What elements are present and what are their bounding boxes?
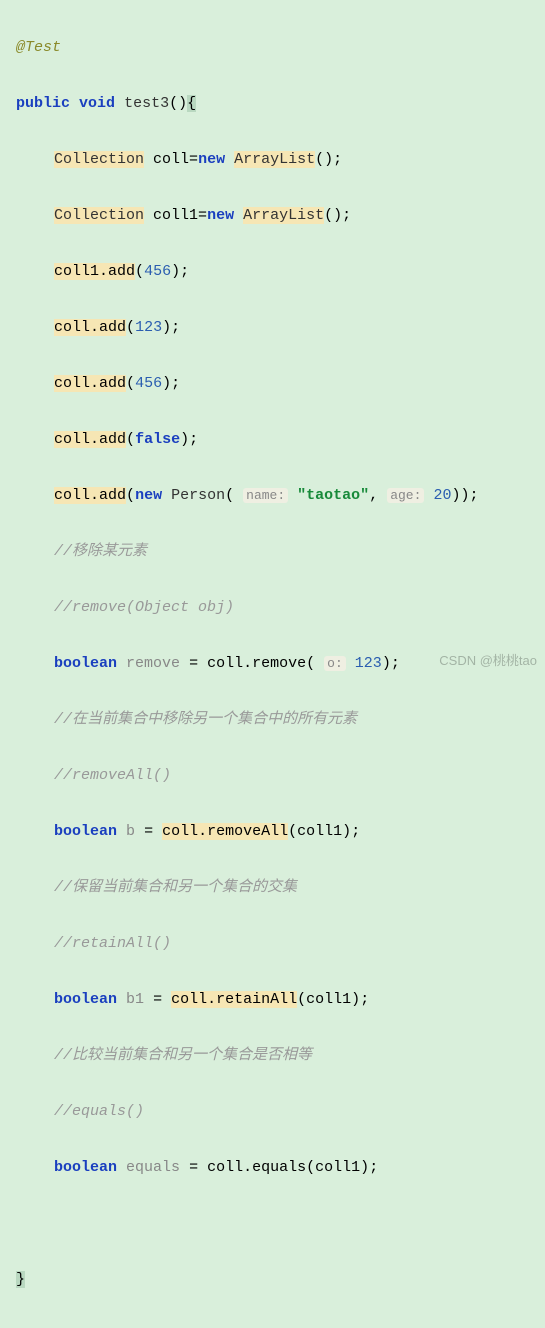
expr-coll-add: coll.add	[54, 487, 126, 504]
line-retainall-call: boolean b1 = coll.retainAll(coll1);	[16, 986, 545, 1014]
kw-public: public	[16, 95, 70, 112]
num-123: 123	[135, 319, 162, 336]
comma: ,	[369, 487, 387, 504]
line-coll-add-person: coll.add(new Person( name: "taotao", age…	[16, 482, 545, 510]
var-b: b	[126, 823, 135, 840]
empty-args: ()	[315, 151, 333, 168]
expr-coll-retainall: coll.retainAll	[171, 991, 297, 1008]
param-hint-age: age:	[387, 488, 424, 503]
type-person: Person	[171, 487, 225, 504]
num-456: 456	[144, 263, 171, 280]
paren-close: )	[178, 95, 187, 112]
kw-new: new	[198, 151, 225, 168]
line-method-sig: public void test3(){	[16, 90, 545, 118]
line-brace-close: }	[16, 1266, 545, 1294]
param-hint-o: o:	[324, 656, 346, 671]
line-cmt-equals-desc: //比较当前集合和另一个集合是否相等	[16, 1042, 545, 1070]
var-coll1: coll1	[153, 207, 198, 224]
num-20: 20	[433, 487, 451, 504]
var-coll: coll	[153, 151, 189, 168]
expr-coll-add: coll.add	[54, 431, 126, 448]
watermark-text: CSDN @桃桃tao	[439, 650, 537, 669]
line-blank	[16, 1210, 545, 1238]
expr-coll-add: coll.add	[54, 375, 126, 392]
op-eq: =	[189, 151, 198, 168]
line-cmt-removeall-desc: //在当前集合中移除另一个集合中的所有元素	[16, 706, 545, 734]
const-false: false	[135, 431, 180, 448]
num-456: 456	[135, 375, 162, 392]
line-cmt-retain-sig: //retainAll()	[16, 930, 545, 958]
line-cmt-remove-elem: //移除某元素	[16, 538, 545, 566]
kw-boolean: boolean	[54, 823, 117, 840]
expr-coll-remove: coll.remove	[207, 655, 306, 672]
line-cmt-removeall-sig: //removeAll()	[16, 762, 545, 790]
line-coll-add-456: coll.add(456);	[16, 370, 545, 398]
line-coll-add-false: coll.add(false);	[16, 426, 545, 454]
comment: //equals()	[54, 1103, 144, 1120]
expr-coll1-add: coll1.add	[54, 263, 135, 280]
semi: ;	[333, 151, 342, 168]
annotation-test: @Test	[16, 39, 61, 56]
kw-new: new	[207, 207, 234, 224]
comment: //在当前集合中移除另一个集合中的所有元素	[54, 711, 357, 728]
kw-new: new	[135, 487, 162, 504]
type-collection: Collection	[54, 207, 144, 224]
comment: //比较当前集合和另一个集合是否相等	[54, 1047, 312, 1064]
comment: //remove(Object obj)	[54, 599, 234, 616]
brace-open: {	[187, 95, 196, 112]
kw-void: void	[79, 95, 115, 112]
arg-coll1: coll1	[306, 991, 351, 1008]
param-hint-name: name:	[243, 488, 288, 503]
expr-coll-equals: coll.equals	[207, 1159, 306, 1176]
op-eq: =	[198, 207, 207, 224]
line-decl-coll1: Collection coll1=new ArrayList();	[16, 202, 545, 230]
paren-open: (	[169, 95, 178, 112]
comment: //保留当前集合和另一个集合的交集	[54, 879, 297, 896]
kw-boolean: boolean	[54, 991, 117, 1008]
kw-boolean: boolean	[54, 1159, 117, 1176]
line-coll-add-123: coll.add(123);	[16, 314, 545, 342]
str-taotao: "taotao"	[297, 487, 369, 504]
var-remove: remove	[126, 655, 180, 672]
arg-coll1: coll1	[315, 1159, 360, 1176]
empty-args: ()	[324, 207, 342, 224]
num-123: 123	[355, 655, 382, 672]
comment: //retainAll()	[54, 935, 171, 952]
expr-coll-removeall: coll.removeAll	[162, 823, 288, 840]
line-decl-coll: Collection coll=new ArrayList();	[16, 146, 545, 174]
var-b1: b1	[126, 991, 144, 1008]
comment: //removeAll()	[54, 767, 171, 784]
line-removeall-call: boolean b = coll.removeAll(coll1);	[16, 818, 545, 846]
comment: //移除某元素	[54, 543, 147, 560]
type-arraylist: ArrayList	[243, 207, 324, 224]
kw-boolean: boolean	[54, 655, 117, 672]
line-equals-call: boolean equals = coll.equals(coll1);	[16, 1154, 545, 1182]
line-cmt-retain-desc: //保留当前集合和另一个集合的交集	[16, 874, 545, 902]
line-coll1-add-456: coll1.add(456);	[16, 258, 545, 286]
brace-close: }	[16, 1271, 25, 1288]
type-arraylist: ArrayList	[234, 151, 315, 168]
line-annotation: @Test	[16, 34, 545, 62]
var-equals: equals	[126, 1159, 180, 1176]
line-cmt-equals-sig: //equals()	[16, 1098, 545, 1126]
line-cmt-remove-sig: //remove(Object obj)	[16, 594, 545, 622]
method-name: test3	[124, 95, 169, 112]
expr-coll-add: coll.add	[54, 319, 126, 336]
arg-coll1: coll1	[297, 823, 342, 840]
semi: ;	[342, 207, 351, 224]
type-collection: Collection	[54, 151, 144, 168]
